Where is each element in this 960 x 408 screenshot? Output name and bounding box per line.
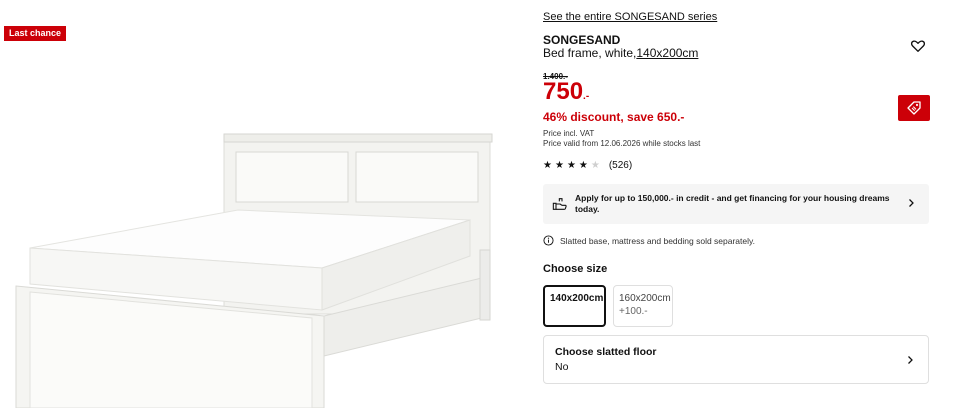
size-option-extra-price: +100.- xyxy=(619,306,648,317)
bed-product-image[interactable] xyxy=(0,120,520,408)
notice-text: Slatted base, mattress and bedding sold … xyxy=(560,235,755,246)
product-name: SONGESAND xyxy=(543,33,621,47)
financing-banner[interactable]: Apply for up to 150,000.- in credit - an… xyxy=(543,184,929,224)
sold-separately-notice: Slatted base, mattress and bedding sold … xyxy=(543,235,755,246)
rating[interactable]: ★ ★ ★ ★ ★ (526) xyxy=(543,160,632,171)
tag-icon xyxy=(907,101,921,115)
series-link[interactable]: See the entire SONGESAND series xyxy=(543,11,717,23)
price-valid-note: Price valid from 12.06.2026 while stocks… xyxy=(543,139,701,148)
choose-size-heading: Choose size xyxy=(543,263,608,275)
hand-money-icon xyxy=(552,198,567,210)
star-icon: ★ xyxy=(578,159,588,171)
size-option-label: 140x200cm xyxy=(550,293,604,304)
star-icon: ★ xyxy=(543,159,552,171)
slatted-floor-selector[interactable]: Choose slatted floor No xyxy=(543,335,929,384)
price-tag-button[interactable] xyxy=(898,95,930,121)
slatted-floor-title: Choose slatted floor xyxy=(555,346,657,358)
slatted-floor-value: No xyxy=(555,361,569,373)
size-option-160x200[interactable]: 160x200cm +100.- xyxy=(613,285,673,327)
last-chance-badge: Last chance xyxy=(4,26,67,41)
product-gallery: Last chance xyxy=(0,0,520,408)
price-vat-note: Price incl. VAT xyxy=(543,129,595,138)
chevron-right-icon xyxy=(908,356,913,364)
discount-text: 46% discount, save 650.- xyxy=(543,110,685,124)
star-empty-icon: ★ xyxy=(590,159,600,171)
heart-icon[interactable] xyxy=(910,38,926,54)
chevron-right-icon xyxy=(909,199,914,207)
size-link[interactable]: 140x200cm xyxy=(636,46,698,60)
product-description: Bed frame, white,140x200cm xyxy=(543,46,698,60)
product-info-panel: See the entire SONGESAND series SONGESAN… xyxy=(543,0,930,408)
current-price: 750.- xyxy=(543,80,589,104)
size-option-label: 160x200cm xyxy=(619,293,671,304)
rating-count: (526) xyxy=(608,160,633,171)
star-icon: ★ xyxy=(566,159,576,171)
product-description-text: Bed frame, white, xyxy=(543,46,637,60)
price-suffix: .- xyxy=(583,91,590,102)
star-icon: ★ xyxy=(554,159,564,171)
price-value: 750 xyxy=(543,78,584,105)
financing-text: Apply for up to 150,000.- in credit - an… xyxy=(575,193,890,214)
info-icon xyxy=(543,235,554,246)
size-option-140x200[interactable]: 140x200cm xyxy=(543,285,606,327)
